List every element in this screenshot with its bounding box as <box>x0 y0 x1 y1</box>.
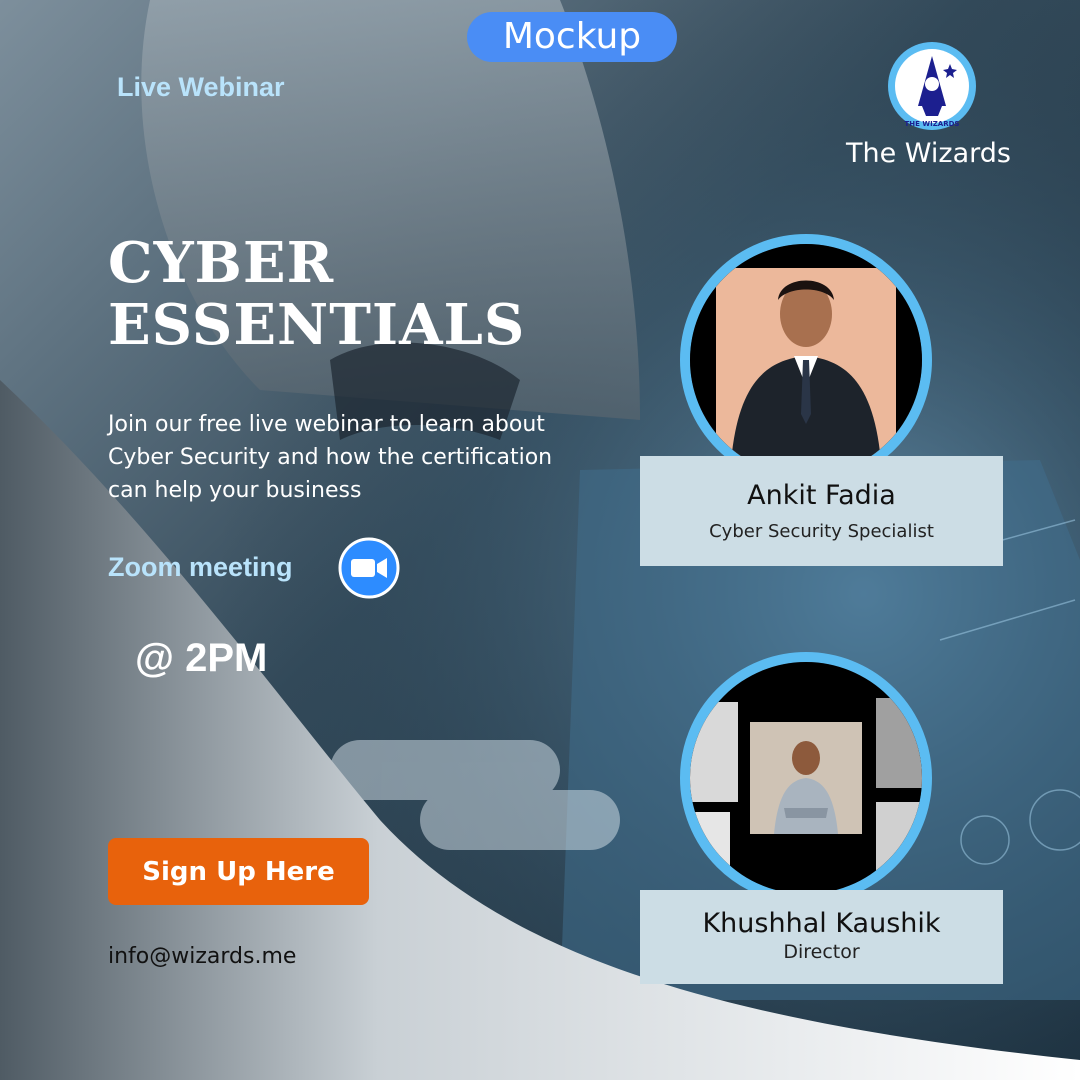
event-type-label: Live Webinar <box>117 72 285 102</box>
wizard-icon: THE WIZARDS <box>888 42 976 130</box>
meeting-platform-label: Zoom meeting <box>108 552 293 582</box>
speaker-1-name: Ankit Fadia <box>747 480 896 511</box>
brand-name: The Wizards <box>846 138 1011 169</box>
speaker-2-name: Khushhal Kaushik <box>702 908 941 939</box>
speaker-2-photo <box>680 652 932 904</box>
title-line-2: ESSENTIALS <box>108 292 526 358</box>
speaker-1-card: Ankit Fadia Cyber Security Specialist <box>640 456 1003 566</box>
speaker-1-role: Cyber Security Specialist <box>709 521 934 542</box>
video-camera-icon <box>338 537 400 599</box>
description: Join our free live webinar to learn abou… <box>108 412 553 503</box>
page-title: CYBER ESSENTIALS <box>108 232 525 356</box>
webinar-poster: Mockup Live Webinar THE WIZARDS The Wiza… <box>0 0 1080 1080</box>
speaker-2-role: Director <box>783 941 860 963</box>
event-time: @ 2PM <box>135 636 268 680</box>
title-line-1: CYBER <box>108 230 335 296</box>
mockup-badge: Mockup <box>467 12 677 62</box>
sign-up-button[interactable]: Sign Up Here <box>108 838 369 905</box>
logo-text: THE WIZARDS <box>905 120 960 128</box>
speaker-2-card: Khushhal Kaushik Director <box>640 890 1003 984</box>
contact-email[interactable]: info@wizards.me <box>108 944 296 969</box>
speaker-1-photo <box>680 234 932 486</box>
